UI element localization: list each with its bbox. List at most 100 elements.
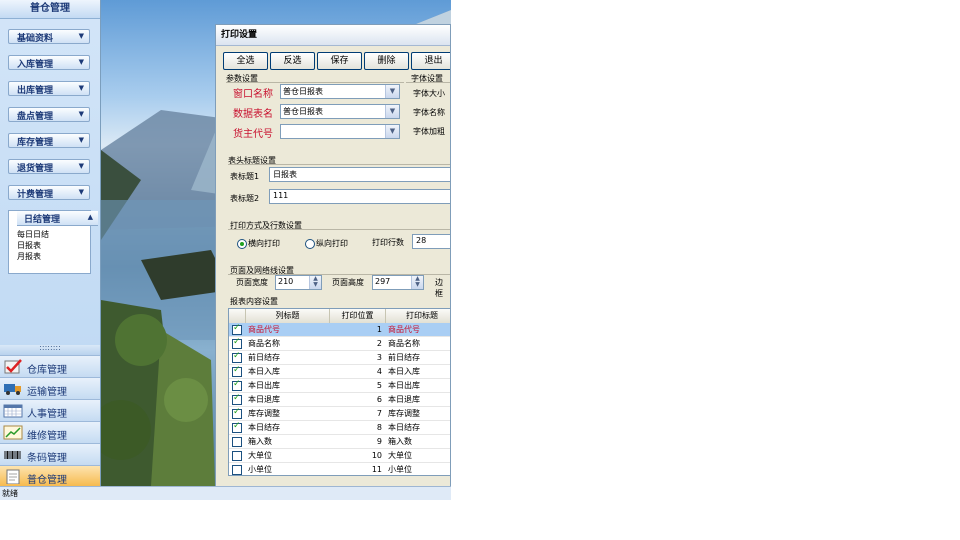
row-position[interactable]: 3 bbox=[330, 351, 382, 364]
row-print-title[interactable]: 本日入库 bbox=[388, 365, 450, 378]
row-title[interactable]: 前日结存 bbox=[248, 351, 330, 364]
module-transport[interactable]: 运输管理 bbox=[0, 377, 100, 399]
table-row[interactable]: 本日入库4本日入库 bbox=[229, 365, 450, 379]
row-checkbox[interactable] bbox=[232, 351, 242, 363]
chevron-down-icon[interactable]: ▼ bbox=[385, 85, 399, 98]
row-print-title[interactable]: 本日出库 bbox=[388, 379, 450, 392]
table-row[interactable]: 本日退库6本日退库 bbox=[229, 393, 450, 407]
nav-subitem-monthly-report[interactable]: 月报表 bbox=[9, 251, 90, 262]
table-row[interactable]: 商品代号1商品代号 bbox=[229, 323, 450, 337]
exit-button[interactable]: 退出 bbox=[411, 52, 450, 70]
row-position[interactable]: 6 bbox=[330, 393, 382, 406]
row-print-title[interactable]: 商品名称 bbox=[388, 337, 450, 350]
row-checkbox[interactable] bbox=[232, 465, 242, 475]
row-checkbox[interactable] bbox=[232, 437, 242, 447]
row-print-title[interactable]: 大单位 bbox=[388, 449, 450, 462]
nav-category-basic-data[interactable]: 基础资料 ▼ bbox=[8, 29, 90, 44]
column-header-title[interactable]: 列标题 bbox=[246, 309, 330, 323]
module-warehouse[interactable]: 仓库管理 bbox=[0, 355, 100, 377]
row-position[interactable]: 11 bbox=[330, 463, 382, 475]
column-header-position[interactable]: 打印位置 bbox=[330, 309, 386, 323]
nav-subitem-daily-close[interactable]: 每日日结 bbox=[9, 229, 90, 240]
row-checkbox[interactable] bbox=[232, 379, 242, 391]
column-header-print-title[interactable]: 打印标题 bbox=[386, 309, 450, 323]
invert-selection-button[interactable]: 反选 bbox=[270, 52, 315, 70]
page-width-spinner[interactable]: 210 ▲ ▼ bbox=[275, 275, 322, 290]
row-checkbox[interactable] bbox=[232, 393, 242, 405]
nav-category-daily[interactable]: 日结管理 ▲ bbox=[17, 211, 98, 226]
report-columns-grid[interactable]: 列标题 打印位置 打印标题 商品代号1商品代号商品名称2商品名称前日结存3前日结… bbox=[228, 308, 450, 476]
save-button[interactable]: 保存 bbox=[317, 52, 362, 70]
row-checkbox[interactable] bbox=[232, 421, 242, 433]
nav-category-inventory[interactable]: 库存管理 ▼ bbox=[8, 133, 90, 148]
nav-category-returns[interactable]: 退货管理 ▼ bbox=[8, 159, 90, 174]
spinner-arrows-icon[interactable]: ▲ ▼ bbox=[411, 276, 423, 289]
nav-category-stocktaking[interactable]: 盘点管理 ▼ bbox=[8, 107, 90, 122]
row-print-title[interactable]: 前日结存 bbox=[388, 351, 450, 364]
row-position[interactable]: 7 bbox=[330, 407, 382, 420]
row-print-title[interactable]: 小单位 bbox=[388, 463, 450, 475]
module-barcode[interactable]: 条码管理 bbox=[0, 443, 100, 465]
row-position[interactable]: 4 bbox=[330, 365, 382, 378]
row-title[interactable]: 库存调整 bbox=[248, 407, 330, 420]
row-checkbox[interactable] bbox=[232, 337, 242, 349]
row-position[interactable]: 1 bbox=[330, 323, 382, 336]
row-print-title[interactable]: 本日结存 bbox=[388, 421, 450, 434]
nav-category-outbound[interactable]: 出库管理 ▼ bbox=[8, 81, 90, 96]
row-print-title[interactable]: 本日退库 bbox=[388, 393, 450, 406]
row-checkbox[interactable] bbox=[232, 407, 242, 419]
grid-corner[interactable] bbox=[229, 309, 246, 323]
row-position[interactable]: 9 bbox=[330, 435, 382, 448]
chevron-down-icon[interactable]: ▼ bbox=[385, 125, 399, 138]
landscape-radio[interactable] bbox=[237, 239, 247, 249]
table-row[interactable]: 库存调整7库存调整 bbox=[229, 407, 450, 421]
page-height-spinner[interactable]: 297 ▲ ▼ bbox=[372, 275, 424, 290]
splitter-grip[interactable]: :::::::: bbox=[0, 344, 100, 355]
title1-input[interactable]: 日报表 bbox=[269, 167, 450, 182]
module-maintenance[interactable]: 维修管理 bbox=[0, 421, 100, 443]
row-checkbox[interactable] bbox=[232, 365, 242, 377]
chevron-down-icon[interactable]: ▼ bbox=[385, 105, 399, 118]
row-checkbox[interactable] bbox=[232, 451, 242, 461]
page-height-value: 297 bbox=[375, 277, 391, 286]
table-row[interactable]: 前日结存3前日结存 bbox=[229, 351, 450, 365]
spinner-arrows-icon[interactable]: ▲ ▼ bbox=[309, 276, 321, 289]
nav-category-billing[interactable]: 计费管理 ▼ bbox=[8, 185, 90, 200]
row-title[interactable]: 商品代号 bbox=[248, 323, 330, 336]
row-print-title[interactable]: 商品代号 bbox=[388, 323, 450, 336]
table-row[interactable]: 箱入数 9 箱入数 bbox=[229, 435, 450, 449]
delete-button[interactable]: 删除 bbox=[364, 52, 409, 70]
row-position[interactable]: 2 bbox=[330, 337, 382, 350]
table-row[interactable]: 商品名称2商品名称 bbox=[229, 337, 450, 351]
table-row[interactable]: 小单位 11 小单位 bbox=[229, 463, 450, 475]
row-checkbox[interactable] bbox=[232, 323, 242, 335]
title2-input[interactable]: 111 bbox=[269, 189, 450, 204]
module-hr[interactable]: 人事管理 bbox=[0, 399, 100, 421]
window-name-combo[interactable]: 普仓日报表 ▼ bbox=[280, 84, 400, 99]
group-divider bbox=[226, 82, 404, 83]
row-title[interactable]: 箱入数 bbox=[248, 435, 330, 448]
nav-category-inbound[interactable]: 入库管理 ▼ bbox=[8, 55, 90, 70]
row-title[interactable]: 本日退库 bbox=[248, 393, 330, 406]
nav-subitem-daily-report[interactable]: 日报表 bbox=[9, 240, 90, 251]
row-title[interactable]: 大单位 bbox=[248, 449, 330, 462]
row-title[interactable]: 商品名称 bbox=[248, 337, 330, 350]
row-position[interactable]: 8 bbox=[330, 421, 382, 434]
table-name-combo[interactable]: 普仓日报表 ▼ bbox=[280, 104, 400, 119]
row-title[interactable]: 本日出库 bbox=[248, 379, 330, 392]
table-row[interactable]: 本日结存8本日结存 bbox=[229, 421, 450, 435]
select-all-button[interactable]: 全选 bbox=[223, 52, 268, 70]
owner-code-combo[interactable]: ▼ bbox=[280, 124, 400, 139]
row-title[interactable]: 本日结存 bbox=[248, 421, 330, 434]
row-title[interactable]: 小单位 bbox=[248, 463, 330, 475]
table-row[interactable]: 本日出库5本日出库 bbox=[229, 379, 450, 393]
table-row[interactable]: 大单位 10 大单位 bbox=[229, 449, 450, 463]
portrait-radio[interactable] bbox=[305, 239, 315, 249]
row-position[interactable]: 5 bbox=[330, 379, 382, 392]
module-general-warehouse[interactable]: 普仓管理 bbox=[0, 465, 100, 487]
row-print-title[interactable]: 库存调整 bbox=[388, 407, 450, 420]
row-position[interactable]: 10 bbox=[330, 449, 382, 462]
row-title[interactable]: 本日入库 bbox=[248, 365, 330, 378]
print-rows-input[interactable]: 28 bbox=[412, 234, 450, 249]
row-print-title[interactable]: 箱入数 bbox=[388, 435, 450, 448]
